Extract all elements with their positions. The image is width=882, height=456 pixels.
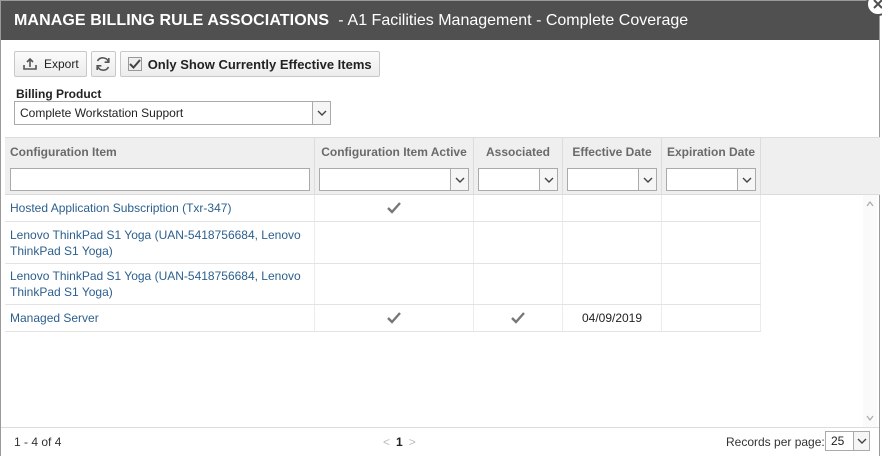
chevron-down-icon[interactable] [450, 169, 468, 190]
cell-associated [474, 305, 563, 331]
grid-body: Hosted Application Subscription (Txr-347… [5, 195, 865, 427]
configuration-item-link[interactable]: Lenovo ThinkPad S1 Yoga (UAN-5418756684,… [5, 268, 305, 300]
effective-items-label: Only Show Currently Effective Items [147, 56, 372, 72]
cell-expiration-date [662, 305, 761, 331]
pager-prev[interactable]: < [383, 435, 390, 449]
chevron-down-icon[interactable] [853, 432, 869, 450]
associated-filter-select[interactable] [478, 168, 558, 191]
checkmark-icon [128, 59, 141, 69]
column-header-item-active[interactable]: Configuration Item Active [315, 138, 474, 165]
toolbar: Export Only Show Currently Effective Ite… [14, 51, 380, 77]
billing-product-select[interactable]: Complete Workstation Support [14, 101, 331, 125]
active-filter-select[interactable] [319, 168, 469, 191]
associations-grid: Configuration Item Configuration Item Ac… [5, 137, 880, 427]
configuration-item-link[interactable]: Hosted Application Subscription (Txr-347… [5, 200, 231, 216]
column-header-effective-date[interactable]: Effective Date [563, 138, 662, 165]
records-per-page-select[interactable]: 25 [825, 431, 870, 451]
table-row[interactable]: Lenovo ThinkPad S1 Yoga (UAN-5418756684,… [5, 222, 761, 264]
refresh-icon [94, 55, 112, 73]
export-icon [22, 57, 38, 71]
cell-expiration-date [662, 222, 761, 263]
column-header-configuration-item[interactable]: Configuration Item [5, 138, 315, 165]
cell-item-active [315, 222, 474, 263]
effective-items-checkbox[interactable] [127, 57, 142, 71]
chevron-up-icon [866, 201, 874, 207]
cell-configuration-item: Lenovo ThinkPad S1 Yoga (UAN-5418756684,… [5, 222, 315, 263]
records-per-page-value: 25 [831, 434, 845, 448]
grid-footer: 1 - 4 of 4 < 1 > Records per page: 25 [1, 427, 879, 456]
cell-configuration-item: Managed Server [5, 305, 315, 331]
chevron-down-icon[interactable] [737, 169, 755, 190]
cell-item-active [315, 305, 474, 331]
configuration-item-link[interactable]: Lenovo ThinkPad S1 Yoga (UAN-5418756684,… [5, 227, 305, 259]
chevron-down-icon[interactable] [638, 169, 656, 190]
grid-header: Configuration Item Configuration Item Ac… [5, 137, 880, 195]
grid-scrollbar[interactable] [863, 195, 877, 427]
column-header-associated[interactable]: Associated [474, 138, 563, 165]
cell-configuration-item: Hosted Application Subscription (Txr-347… [5, 195, 315, 221]
cell-expiration-date [662, 195, 761, 221]
filter-cell-configuration-item [5, 165, 315, 195]
configuration-item-filter-input[interactable] [10, 168, 310, 191]
configuration-item-link[interactable]: Managed Server [5, 310, 99, 326]
table-row[interactable]: Hosted Application Subscription (Txr-347… [5, 195, 761, 222]
chevron-down-icon[interactable] [312, 102, 330, 124]
cell-effective-date: 04/09/2019 [563, 305, 662, 331]
export-label: Export [44, 57, 79, 71]
export-button[interactable]: Export [14, 51, 87, 77]
cell-associated [474, 222, 563, 263]
cell-item-active [315, 195, 474, 221]
records-per-page-label: Records per page: [726, 435, 825, 449]
chevron-down-icon[interactable] [539, 169, 557, 190]
filter-cell-effective-date [563, 165, 662, 195]
dialog-title: MANAGE BILLING RULE ASSOCIATIONS [14, 11, 330, 29]
billing-rule-dialog: MANAGE BILLING RULE ASSOCIATIONS - A1 Fa… [0, 0, 880, 456]
billing-product-label: Billing Product [16, 87, 102, 101]
cell-configuration-item: Lenovo ThinkPad S1 Yoga (UAN-5418756684,… [5, 264, 315, 304]
effective-items-toggle[interactable]: Only Show Currently Effective Items [119, 51, 380, 77]
pager-current-page[interactable]: 1 [396, 435, 403, 449]
title-separator: - [338, 11, 344, 29]
filter-cell-active [315, 165, 474, 195]
dialog-subtitle: A1 Facilities Management - Complete Cove… [347, 11, 689, 29]
cell-effective-date [563, 195, 662, 221]
checkmark-icon [511, 312, 525, 324]
filter-cell-associated [474, 165, 563, 195]
dialog-titlebar: MANAGE BILLING RULE ASSOCIATIONS - A1 Fa… [1, 1, 879, 40]
records-range: 1 - 4 of 4 [14, 435, 62, 449]
cell-effective-date [563, 264, 662, 304]
cell-effective-date [563, 222, 662, 263]
pager: < 1 > [383, 435, 416, 449]
cell-associated [474, 264, 563, 304]
close-icon [873, 0, 882, 9]
filter-cell-expiration-date [662, 165, 761, 195]
cell-expiration-date [662, 264, 761, 304]
cell-item-active [315, 264, 474, 304]
expiration-date-filter-select[interactable] [666, 168, 756, 191]
column-header-expiration-date[interactable]: Expiration Date [662, 138, 761, 165]
cell-associated [474, 195, 563, 221]
pager-next[interactable]: > [409, 435, 416, 449]
effective-date-filter-select[interactable] [567, 168, 657, 191]
effective-date-value: 04/09/2019 [581, 311, 643, 325]
checkmark-icon [387, 202, 401, 214]
table-row[interactable]: Managed Server 04/09/2019 [5, 305, 761, 332]
billing-product-value: Complete Workstation Support [20, 106, 184, 120]
refresh-button[interactable] [90, 51, 116, 77]
checkmark-icon [387, 312, 401, 324]
table-row[interactable]: Lenovo ThinkPad S1 Yoga (UAN-5418756684,… [5, 264, 761, 305]
chevron-down-icon [866, 415, 874, 421]
